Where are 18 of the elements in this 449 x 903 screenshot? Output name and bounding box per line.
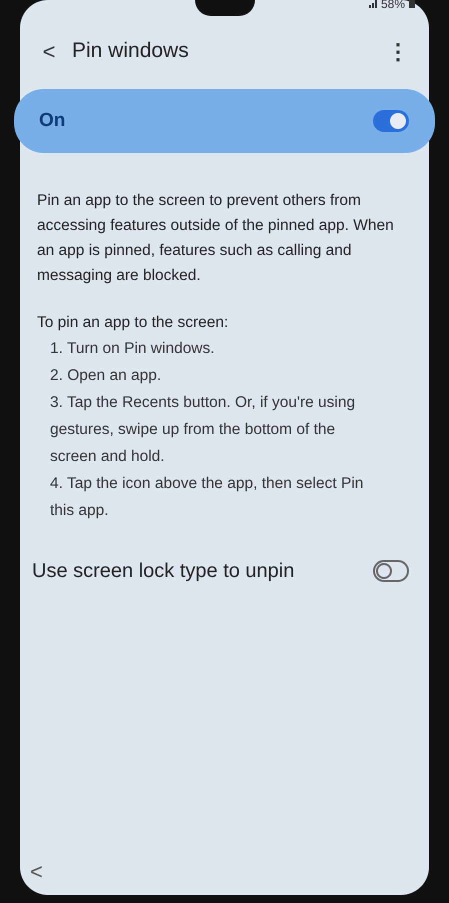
- description-text: Pin an app to the screen to prevent others from accessing features outside of the pinned app. When an app is pinned, features such as calling and messaging are blocked.: [36, 191, 395, 286]
- instruction-step: 4. Tap the icon above the app, then select Pin this app.: [20, 470, 429, 524]
- instruction-step: 1. Turn on Pin windows.: [20, 335, 429, 362]
- back-button[interactable]: <: [38, 34, 60, 68]
- master-switch-bar[interactable]: On: [14, 89, 435, 153]
- screen-title: Pin windows: [72, 38, 190, 64]
- setting-row[interactable]: Use screen lock type to unpin: [20, 542, 429, 600]
- toggle-switch[interactable]: [373, 110, 409, 132]
- battery-icon: [409, 0, 415, 8]
- more-options-button[interactable]: ⋮: [387, 34, 409, 68]
- toggle-switch[interactable]: [373, 560, 409, 582]
- camera-notch: [195, 0, 255, 16]
- nav-back-button[interactable]: <: [30, 855, 43, 888]
- instruction-step: 3. Tap the Recents button. Or, if you're using gestures, swipe up from the bottom of the screen and hold.: [20, 389, 429, 470]
- instructions-heading: To pin an app to the screen:: [36, 313, 230, 333]
- instruction-step: 2. Open an app.: [20, 362, 429, 389]
- setting-label: Use screen lock type to unpin: [32, 559, 294, 584]
- signal-icon: [368, 0, 377, 8]
